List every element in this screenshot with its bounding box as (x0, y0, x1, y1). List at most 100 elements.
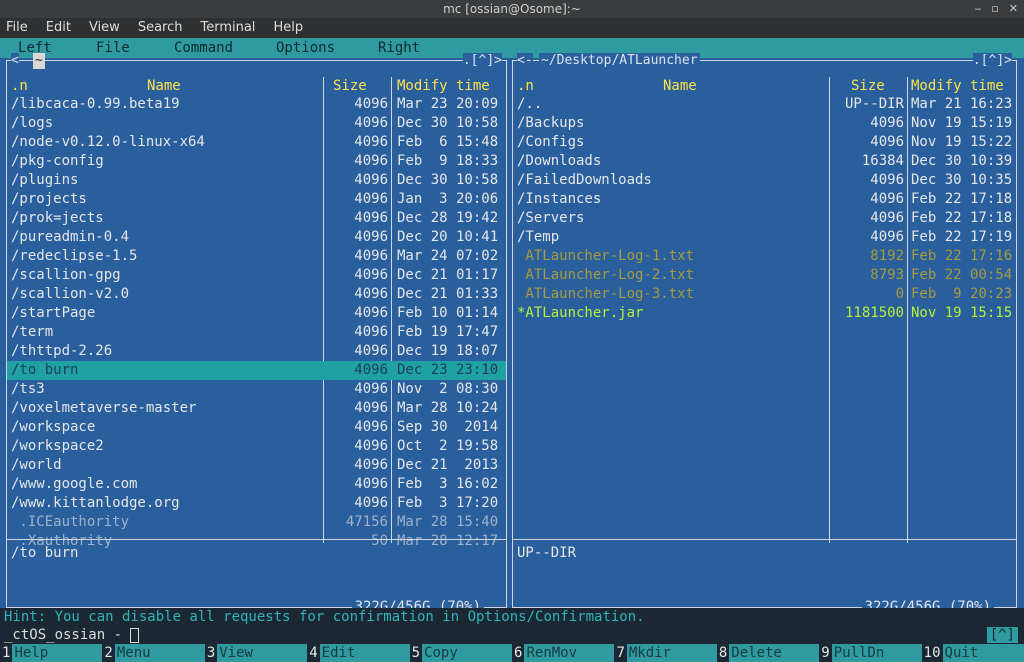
menu-help[interactable]: Help (273, 18, 303, 38)
file-row[interactable]: /.. UP--DIR Mar 21 16:23 (513, 95, 1016, 114)
fkey-pulldn[interactable]: 9 PullDn (819, 644, 922, 662)
file-row[interactable]: /term 4096 Feb 19 17:47 (7, 323, 506, 342)
file-row[interactable]: /pkg-config 4096 Feb 9 18:33 (7, 152, 506, 171)
file-row[interactable]: /Downloads 16384 Dec 30 10:39 (513, 152, 1016, 171)
menu-edit[interactable]: Edit (46, 18, 71, 38)
fkey-edit[interactable]: 4 Edit (307, 644, 410, 662)
fkey-number: 1 (0, 644, 13, 662)
file-row[interactable]: /projects 4096 Jan 3 20:06 (7, 190, 506, 209)
file-row[interactable]: /redeclipse-1.5 4096 Mar 24 07:02 (7, 247, 506, 266)
file-size: 4096 (354, 476, 388, 492)
file-name: /Instances (517, 191, 602, 207)
file-row[interactable]: /Instances 4096 Feb 22 17:18 (513, 190, 1016, 209)
file-row[interactable]: /thttpd-2.26 4096 Dec 19 18:07 (7, 342, 506, 361)
file-row[interactable]: /scallion-v2.0 4096 Dec 21 01:33 (7, 285, 506, 304)
header-n[interactable]: .n (517, 77, 534, 95)
fkey-mkdir[interactable]: 7 Mkdir (614, 644, 717, 662)
file-row[interactable]: /scallion-gpg 4096 Dec 21 01:17 (7, 266, 506, 285)
header-name[interactable]: Name (147, 77, 181, 95)
file-name: /www.kittanlodge.org (11, 495, 180, 511)
file-row[interactable]: *ATLauncher.jar 1181500 Nov 19 15:15 (513, 304, 1016, 323)
left-panel-title: < ~ .[^]> (11, 53, 502, 69)
file-row[interactable]: /workspace2 4096 Oct 2 19:58 (7, 437, 506, 456)
file-row[interactable]: /to burn 4096 Dec 23 23:10 (7, 361, 506, 380)
header-modify[interactable]: Modify time (911, 77, 1004, 95)
file-size: 4096 (354, 286, 388, 302)
file-row[interactable]: /world 4096 Dec 21 2013 (7, 456, 506, 475)
file-modify-time: Dec 30 10:58 (397, 172, 499, 188)
left-panel-path[interactable]: ~ (33, 53, 45, 69)
fkey-renmov[interactable]: 6 RenMov (512, 644, 615, 662)
file-name: /pkg-config (11, 153, 104, 169)
close-icon[interactable]: ✕ (1009, 0, 1018, 18)
midnight-commander: Left File Command Options Right < ~ .[^]… (0, 38, 1024, 662)
file-modify-time: Nov 19 15:19 (911, 115, 1013, 131)
file-name: .ICEauthority (11, 514, 130, 530)
file-name: /logs (11, 115, 54, 131)
file-row[interactable]: /Backups 4096 Nov 19 15:19 (513, 114, 1016, 133)
command-cursor[interactable] (130, 627, 140, 643)
file-name: /world (11, 457, 62, 473)
file-row[interactable]: /startPage 4096 Feb 10 01:14 (7, 304, 506, 323)
fkey-delete[interactable]: 8 Delete (716, 644, 820, 662)
command-line[interactable]: _ctOS_ossian - [^] (0, 626, 1024, 644)
file-row[interactable]: /Servers 4096 Feb 22 17:18 (513, 209, 1016, 228)
fkey-label: RenMov (524, 644, 615, 662)
panel-separator (7, 539, 506, 540)
left-panel[interactable]: < ~ .[^]> .n Name Size Modify time /libc… (6, 53, 507, 615)
header-name[interactable]: Name (663, 77, 697, 95)
right-panel-corner[interactable]: .[^]> (972, 53, 1012, 69)
header-size[interactable]: Size (851, 77, 885, 95)
file-row[interactable]: .Xauthority 50 Mar 28 12:17 (7, 532, 506, 551)
left-panel-arrow[interactable]: < (11, 53, 19, 69)
fkey-copy[interactable]: 5 Copy (409, 644, 513, 662)
menu-terminal[interactable]: Terminal (200, 18, 255, 38)
fkey-menu[interactable]: 2 Menu (102, 644, 205, 662)
file-row[interactable]: /voxelmetaverse-master 4096 Mar 28 10:24 (7, 399, 506, 418)
file-row[interactable]: /pureadmin-0.4 4096 Dec 20 10:41 (7, 228, 506, 247)
fkey-view[interactable]: 3 View (204, 644, 308, 662)
menu-file[interactable]: File (6, 18, 28, 38)
file-row[interactable]: /FailedDownloads 4096 Dec 30 10:35 (513, 171, 1016, 190)
file-modify-time: Feb 22 17:18 (911, 210, 1013, 226)
file-size: 4096 (354, 362, 388, 378)
file-size: 4096 (870, 172, 904, 188)
file-row[interactable]: /Configs 4096 Nov 19 15:22 (513, 133, 1016, 152)
file-modify-time: Feb 22 17:18 (911, 191, 1013, 207)
command-history-button[interactable]: [^] (986, 627, 1018, 643)
right-panel[interactable]: <- ~/Desktop/ATLauncher .[^]> .n Name Si… (512, 53, 1017, 615)
file-row[interactable]: /libcaca-0.99.beta19 4096 Mar 23 20:09 (7, 95, 506, 114)
file-row[interactable]: ATLauncher-Log-2.txt 8793 Feb 22 00:54 (513, 266, 1016, 285)
file-row[interactable]: ATLauncher-Log-3.txt 0 Feb 9 20:23 (513, 285, 1016, 304)
left-mini-status: /to burn (11, 545, 79, 561)
right-file-list: .n Name Size Modify time /.. UP--DIR Mar 2… (513, 71, 1016, 543)
header-size[interactable]: Size (333, 77, 367, 95)
fkey-quit[interactable]: 10 Quit (921, 644, 1024, 662)
right-panel-path[interactable]: ~/Desktop/ATLauncher (539, 53, 700, 69)
file-modify-time: Feb 9 20:23 (911, 286, 1013, 302)
file-modify-time: Mar 24 07:02 (397, 248, 499, 264)
header-n[interactable]: .n (11, 77, 28, 95)
maximize-icon[interactable]: ▫ (991, 0, 998, 18)
file-modify-time: Nov 2 08:30 (397, 381, 499, 397)
file-row[interactable]: /node-v0.12.0-linux-x64 4096 Feb 6 15:48 (7, 133, 506, 152)
file-row[interactable]: /plugins 4096 Dec 30 10:58 (7, 171, 506, 190)
fkey-help[interactable]: 1 Help (0, 644, 103, 662)
right-panel-arrow[interactable]: <- (517, 53, 533, 69)
menu-search[interactable]: Search (138, 18, 183, 38)
file-row[interactable]: /prok=jects 4096 Dec 28 19:42 (7, 209, 506, 228)
file-size: 4096 (354, 134, 388, 150)
file-row[interactable]: /Temp 4096 Feb 22 17:19 (513, 228, 1016, 247)
file-row[interactable]: .ICEauthority 47156 Mar 28 15:40 (7, 513, 506, 532)
minimize-icon[interactable]: ‒ (974, 0, 981, 18)
file-row[interactable]: /www.kittanlodge.org 4096 Feb 3 17:20 (7, 494, 506, 513)
file-row[interactable]: /ts3 4096 Nov 2 08:30 (7, 380, 506, 399)
header-modify[interactable]: Modify time (397, 77, 490, 95)
left-panel-corner[interactable]: .[^]> (462, 53, 502, 69)
file-modify-time: Dec 21 01:33 (397, 286, 499, 302)
menu-view[interactable]: View (89, 18, 120, 38)
file-row[interactable]: ATLauncher-Log-1.txt 8192 Feb 22 17:16 (513, 247, 1016, 266)
file-row[interactable]: /workspace 4096 Sep 30 2014 (7, 418, 506, 437)
file-row[interactable]: /logs 4096 Dec 30 10:58 (7, 114, 506, 133)
file-row[interactable]: /www.google.com 4096 Feb 3 16:02 (7, 475, 506, 494)
